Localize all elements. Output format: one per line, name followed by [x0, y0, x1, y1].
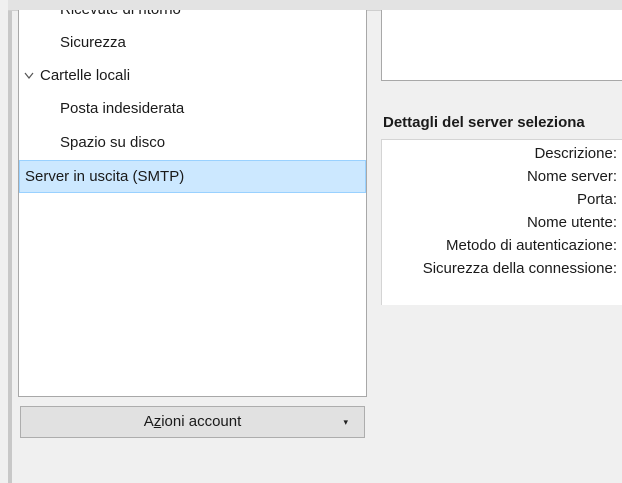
tree-item-label: Cartelle locali: [40, 67, 131, 84]
tree-item-label: Server in uscita (SMTP): [25, 168, 185, 185]
dropdown-arrow-icon: ▾: [343, 417, 348, 427]
tree-item-label: Spazio su disco: [60, 134, 166, 151]
tree-item-label: Sicurezza: [60, 34, 126, 51]
server-list-box[interactable]: [381, 10, 622, 81]
tree-item-disk-space[interactable]: Spazio su disco: [19, 129, 366, 157]
tree-item-label: Posta indesiderata: [60, 100, 185, 117]
tree-item-security[interactable]: Sicurezza: [19, 29, 366, 57]
account-settings-window: Ricevute di ritorno Sicurezza Cartelle l…: [0, 0, 622, 483]
window-frame-edge: [8, 0, 12, 483]
username-label: Nome utente:: [526, 214, 617, 231]
server-details-title: Dettagli del server seleziona: [383, 114, 585, 131]
tree-item-label: Ricevute di ritorno: [60, 10, 181, 24]
account-actions-label: Azioni account: [143, 413, 242, 430]
tree-item-junk-mail[interactable]: Posta indesiderata: [19, 95, 366, 123]
tree-item-local-folders[interactable]: Cartelle locali: [19, 62, 366, 90]
account-tree[interactable]: Ricevute di ritorno Sicurezza Cartelle l…: [18, 10, 367, 397]
server-name-label: Nome server:: [526, 168, 617, 185]
auth-method-label: Metodo di autenticazione:: [446, 237, 617, 254]
tree-item-outgoing-server[interactable]: Server in uscita (SMTP): [19, 160, 366, 193]
server-details-panel: Descrizione: Nome server: Porta: Nome ut…: [381, 139, 622, 305]
tree-item-receipts[interactable]: Ricevute di ritorno: [19, 10, 366, 24]
account-actions-button[interactable]: Azioni account ▾: [20, 406, 365, 438]
connection-security-label: Sicurezza della connessione:: [422, 260, 617, 277]
port-label: Porta:: [576, 191, 617, 208]
description-label: Descrizione:: [534, 145, 617, 162]
